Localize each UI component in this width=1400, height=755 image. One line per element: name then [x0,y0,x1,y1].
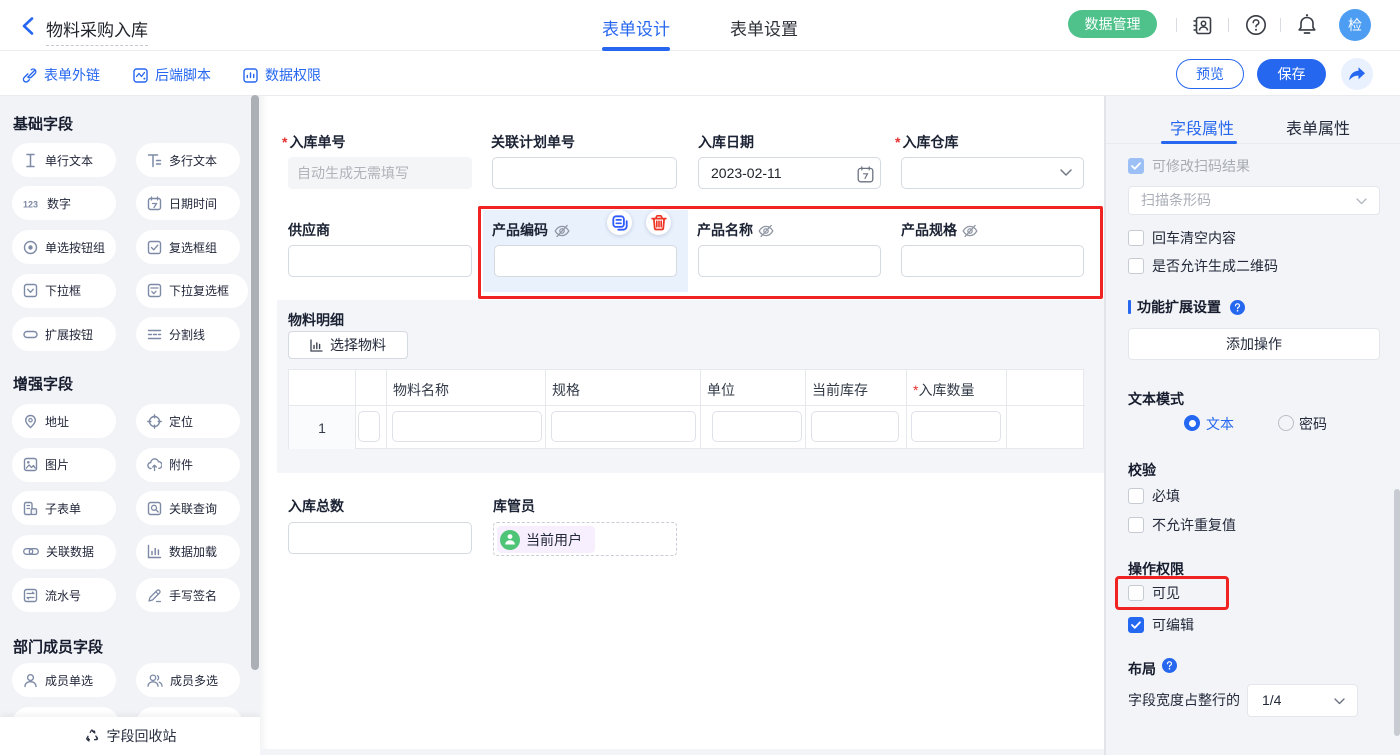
svg-text:123: 123 [23,199,38,209]
